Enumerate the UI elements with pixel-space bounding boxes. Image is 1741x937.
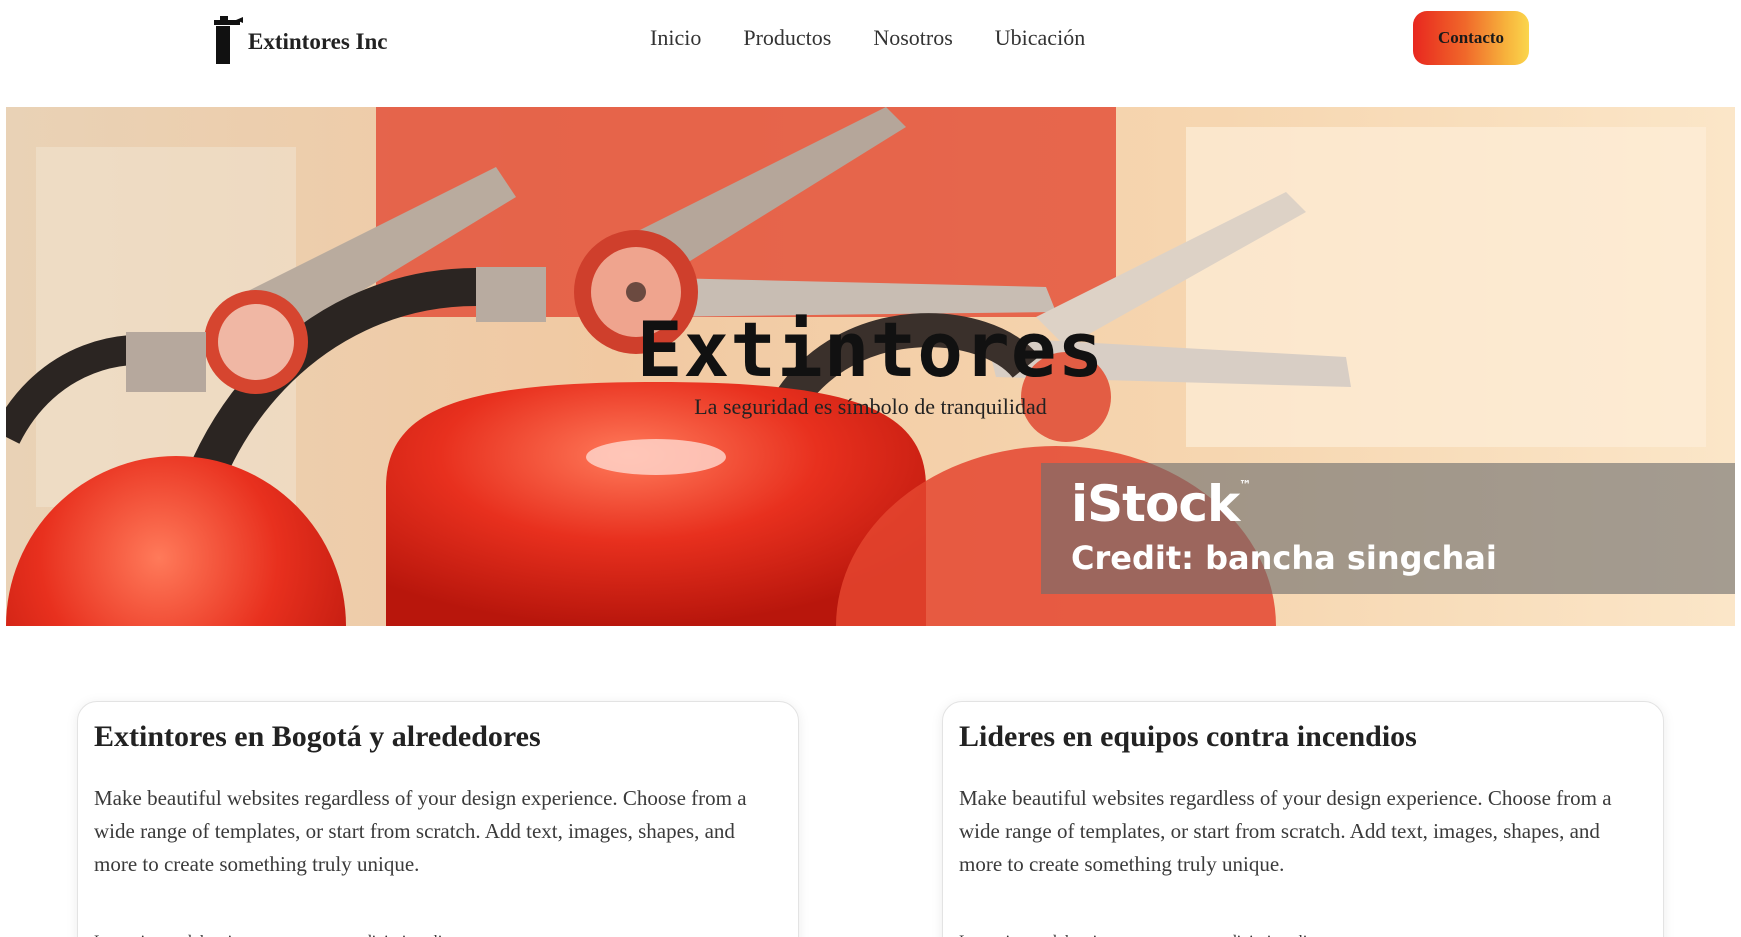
stock-watermark: iStock™ Credit: bancha singchai [1041,463,1735,594]
fire-extinguisher-logo-icon [214,16,243,64]
card-footer-text: Lorem ipsum dolor sit amet, consectetur … [94,925,782,937]
feature-card-bogota: Extintores en Bogotá y alrededores Make … [77,701,799,937]
hero-title: Extintores [636,305,1105,394]
watermark-brand: iStock™ [1071,475,1251,533]
card-title: Extintores en Bogotá y alrededores [94,720,541,753]
site-header: Extintores Inc Inicio Productos Nosotros… [0,0,1741,107]
card-title: Lideres en equipos contra incendios [959,720,1417,753]
watermark-credit: Credit: bancha singchai [1071,539,1497,577]
contact-button[interactable]: Contacto [1413,11,1529,65]
brand-link[interactable]: Extintores Inc [210,14,388,64]
card-footer-text: Lorem ipsum dolor sit amet, consectetur … [959,925,1647,937]
nav-item-inicio[interactable]: Inicio [650,24,701,52]
card-body: Make beautiful websites regardless of yo… [94,786,747,876]
nav-item-nosotros[interactable]: Nosotros [873,24,952,52]
nav-item-productos[interactable]: Productos [743,24,831,52]
brand-name: Extintores Inc [248,29,388,54]
main-nav: Inicio Productos Nosotros Ubicación [650,24,1085,52]
nav-item-ubicacion[interactable]: Ubicación [995,24,1085,52]
card-body: Make beautiful websites regardless of yo… [959,786,1612,876]
hero-banner: Extintores La seguridad es símbolo de tr… [6,107,1735,626]
hero-subtitle: La seguridad es símbolo de tranquilidad [694,394,1047,419]
feature-card-lideres: Lideres en equipos contra incendios Make… [942,701,1664,937]
